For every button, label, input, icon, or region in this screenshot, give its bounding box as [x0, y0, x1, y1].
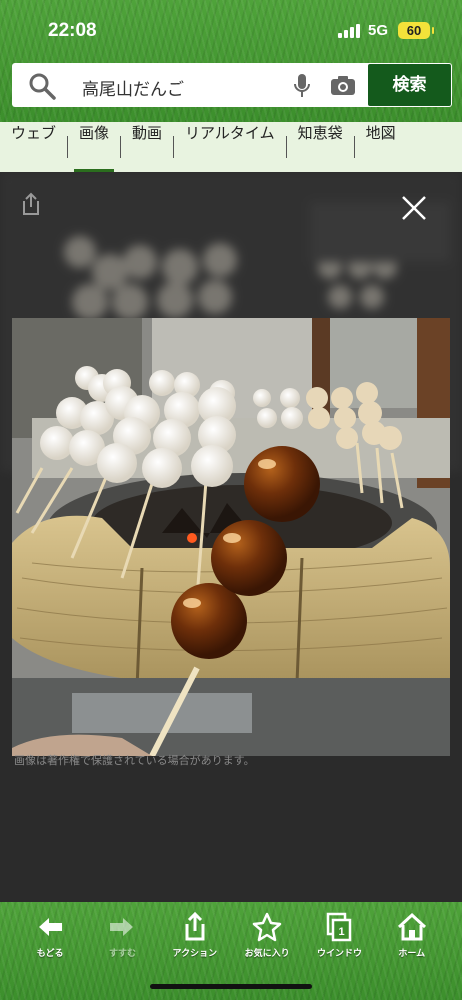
back-button[interactable]: もどる [20, 908, 80, 968]
home-icon [397, 912, 426, 941]
windows-label: ウインドウ [316, 949, 362, 959]
dango-photo[interactable] [12, 318, 450, 756]
tab-videos[interactable]: 動画 [121, 122, 173, 172]
tab-realtime[interactable]: リアルタイム [174, 122, 286, 172]
search-tabs: ウェブ 画像 動画 リアルタイム 知恵袋 地図 [0, 122, 462, 172]
share-icon [185, 912, 205, 941]
forward-label: すすむ [108, 949, 136, 959]
tab-chiebukuro[interactable]: 知恵袋 [287, 122, 354, 172]
home-button[interactable]: ホーム [382, 908, 442, 968]
back-label: もどる [36, 949, 64, 959]
bottom-toolbar: もどる すすむ アクション お気に入り 1 ウインドウ ホーム [0, 908, 462, 968]
microphone-icon[interactable] [292, 73, 312, 99]
windows-icon: 1 [327, 912, 352, 942]
battery-icon: 60 [398, 22, 434, 39]
status-time: 22:08 [48, 20, 97, 41]
forward-button[interactable]: すすむ [92, 908, 152, 968]
action-button[interactable]: アクション [165, 908, 225, 968]
tab-web[interactable]: ウェブ [0, 122, 67, 172]
favorites-button[interactable]: お気に入り [237, 908, 297, 968]
copyright-caption: 画像は著作権で保護されている場合があります。 [14, 754, 255, 767]
action-label: アクション [172, 949, 218, 959]
windows-button[interactable]: 1 ウインドウ [309, 908, 369, 968]
status-bar: 22:08 5G 60 [0, 0, 462, 58]
camera-icon[interactable] [330, 74, 356, 96]
image-viewer: 画像は著作権で保護されている場合があります。 [0, 172, 462, 902]
search-bar[interactable]: 高尾山だんご 検索 [12, 63, 452, 107]
search-input[interactable]: 高尾山だんご [82, 75, 184, 100]
tab-images[interactable]: 画像 [68, 122, 120, 172]
home-label: ホーム [398, 949, 426, 959]
favorites-label: お気に入り [244, 949, 290, 959]
svg-text:1: 1 [339, 926, 345, 938]
search-button[interactable]: 検索 [368, 64, 451, 106]
forward-arrow-icon [110, 918, 134, 936]
close-icon[interactable] [400, 194, 428, 222]
share-icon[interactable] [20, 192, 42, 216]
home-indicator[interactable] [150, 984, 312, 989]
back-arrow-icon [39, 918, 63, 936]
network-label: 5G [368, 22, 389, 39]
star-icon [252, 912, 282, 942]
search-icon [29, 73, 56, 100]
signal-icon [338, 22, 364, 38]
tab-map[interactable]: 地図 [355, 122, 407, 172]
